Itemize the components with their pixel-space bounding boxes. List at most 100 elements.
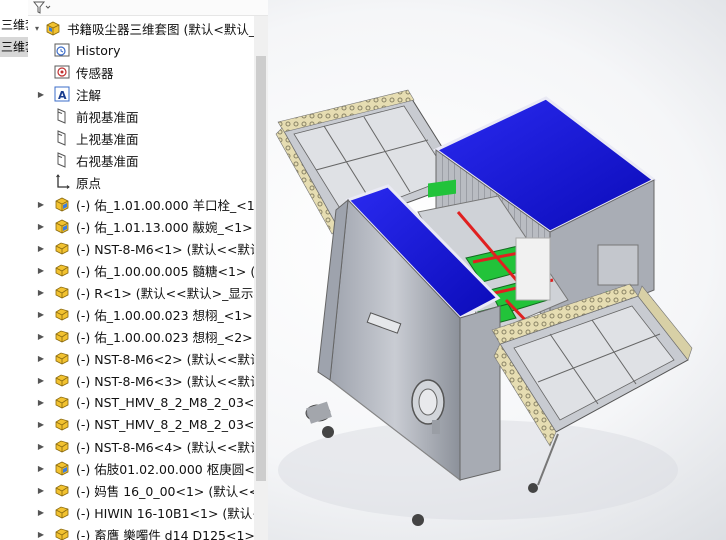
tree-item-label: 上视基准面 [76, 131, 139, 147]
tree-item[interactable]: ▶ (-) NST_HMV_8_2_M8_2_03<1> [36, 391, 262, 413]
tree-item[interactable]: ▶ (-) NST-8-M6<4> (默认<<默认 [36, 435, 262, 457]
tree-item-label: History [76, 42, 121, 58]
expand-arrow-icon[interactable]: ▶ [36, 375, 46, 385]
feature-manager-tree: ▾ 书籍吸尘器三维套图 (默认<默认_显示 History 传感器 ▶ A 注解前视基准… [28, 0, 268, 540]
tree-item-label: (-) 佑_1.00.00.023 想栩_<2> (默 [76, 329, 262, 345]
tree-item-label: (-) 佑_1.00.00.005 髓糖<1> (默 [76, 263, 262, 279]
expand-arrow-icon[interactable]: ▶ [36, 89, 46, 99]
tree-item[interactable]: 传感器 [36, 61, 262, 83]
tree-item-label: (-) 佑肢01.02.00.000 枢庚圆<1> [76, 461, 262, 477]
tree-item[interactable]: ▶ (-) 妈售 16_0_00<1> (默认<<默 [36, 479, 262, 501]
tree-item[interactable]: 原点 [36, 171, 262, 193]
part-icon [53, 327, 71, 345]
tree-item-label: (-) 佑_1.01.00.000 羊口栓_<1> [76, 197, 262, 213]
expand-arrow-icon[interactable]: ▶ [36, 199, 46, 209]
part-icon [53, 305, 71, 323]
expand-arrow-icon[interactable]: ▶ [36, 309, 46, 319]
part-icon [53, 349, 71, 367]
part-icon [53, 239, 71, 257]
tree-item-label: (-) R<1> (默认<<默认>_显示状 [76, 285, 262, 301]
tree-item[interactable]: ▶ (-) 佑_1.01.00.000 羊口栓_<1> [36, 193, 262, 215]
svg-text:A: A [58, 89, 67, 102]
tree-item-label: (-) NST_HMV_8_2_M8_2_03<2> [76, 416, 262, 432]
expand-arrow-icon[interactable]: ▶ [36, 419, 46, 429]
expand-arrow-icon[interactable]: ▶ [36, 529, 46, 539]
part-icon [53, 371, 71, 389]
history-icon [53, 41, 71, 59]
part-icon [53, 393, 71, 411]
tree-item-label: (-) HIWIN 16-10B1<1> (默认< [76, 505, 262, 521]
tree-item[interactable]: ▶ (-) 佑_1.00.00.005 髓糖<1> (默 [36, 259, 262, 281]
tree-item[interactable]: History [36, 39, 262, 61]
tree-item-label: 原点 [76, 175, 102, 191]
part-icon [53, 415, 71, 433]
strip-item-1[interactable]: 三维套 [0, 15, 28, 35]
expand-arrow-icon[interactable]: ▶ [36, 331, 46, 341]
annotation-icon: A [53, 85, 71, 103]
tree-item[interactable]: ▶ (-) NST-8-M6<1> (默认<<默认 [36, 237, 262, 259]
tree-root-label: 书籍吸尘器三维套图 (默认<默认_显示 [67, 21, 258, 37]
tree-item-label: (-) 畜膺 樂噣件 d14 D125<1> [76, 527, 255, 540]
assembly-icon [44, 19, 62, 37]
tree-item-label: (-) 佑_1.01.13.000 黻婉_<1> (默 [76, 219, 262, 235]
expand-arrow-icon[interactable]: ▶ [36, 485, 46, 495]
part-icon [53, 261, 71, 279]
subassembly-icon [53, 217, 71, 235]
expand-arrow-icon[interactable]: ▶ [36, 397, 46, 407]
expand-arrow-icon[interactable]: ▶ [36, 221, 46, 231]
part-icon [53, 437, 71, 455]
filter-icon[interactable] [32, 1, 51, 15]
expand-arrow-icon[interactable]: ▶ [36, 265, 46, 275]
part-icon [53, 503, 71, 521]
strip-item-2[interactable]: 三维套 [0, 37, 28, 57]
tree-item-label: (-) NST-8-M6<2> (默认<<默认 [76, 351, 262, 367]
tree-item-label: (-) NST-8-M6<4> (默认<<默认 [76, 439, 262, 455]
tree-scrollbar[interactable] [254, 16, 268, 540]
tree-item[interactable]: ▶ (-) 佑_1.00.00.023 想栩_<2> (默 [36, 325, 262, 347]
tree-item[interactable]: 前视基准面 [36, 105, 262, 127]
model-render [275, 89, 693, 526]
tree-item[interactable]: ▶ (-) HIWIN 16-10B1<1> (默认< [36, 501, 262, 523]
tree-item-label: (-) NST_HMV_8_2_M8_2_03<1> [76, 394, 262, 410]
tree-item-label: (-) NST-8-M6<1> (默认<<默认 [76, 241, 262, 257]
expand-arrow-icon[interactable]: ▶ [36, 441, 46, 451]
tree-item[interactable]: ▶ (-) 佑_1.00.00.023 想栩_<1> (默 [36, 303, 262, 325]
tree-item[interactable]: ▶ A 注解 [36, 83, 262, 105]
collapse-icon[interactable]: ▾ [32, 23, 42, 33]
expand-arrow-icon[interactable]: ▶ [36, 507, 46, 517]
tree-item[interactable]: ▶ (-) NST-8-M6<3> (默认<<默认 [36, 369, 262, 391]
part-icon [53, 283, 71, 301]
tree-item[interactable]: ▶ (-) 畜膺 樂噣件 d14 D125<1> [36, 523, 262, 540]
tree-item-label: 前视基准面 [76, 109, 139, 125]
scrollbar-thumb[interactable] [256, 56, 266, 481]
part-icon [53, 525, 71, 540]
tree-item-label: (-) 妈售 16_0_00<1> (默认<<默 [76, 483, 262, 499]
expand-arrow-icon[interactable]: ▶ [36, 353, 46, 363]
tree-item-label: 右视基准面 [76, 153, 139, 169]
expand-arrow-icon[interactable]: ▶ [36, 243, 46, 253]
subassembly-icon [53, 459, 71, 477]
left-tab-strip: 三维套 三维套 [0, 0, 28, 540]
expand-arrow-icon[interactable]: ▶ [36, 463, 46, 473]
tree-item[interactable]: ▶ (-) 佑肢01.02.00.000 枢庚圆<1> [36, 457, 262, 479]
tree-item[interactable]: 右视基准面 [36, 149, 262, 171]
tree-filter-bar [28, 0, 268, 16]
sensor-icon [53, 63, 71, 81]
graphics-viewport[interactable] [268, 0, 726, 540]
tree-root[interactable]: ▾ 书籍吸尘器三维套图 (默认<默认_显示 [32, 17, 258, 39]
plane-icon [53, 107, 71, 125]
tree-item-label: 传感器 [76, 65, 114, 81]
tree-item[interactable]: ▶ (-) NST_HMV_8_2_M8_2_03<2> [36, 413, 262, 435]
tree-item[interactable]: ▶ (-) NST-8-M6<2> (默认<<默认 [36, 347, 262, 369]
expand-arrow-icon[interactable]: ▶ [36, 287, 46, 297]
part-icon [53, 481, 71, 499]
tree-item[interactable]: ▶ (-) 佑_1.01.13.000 黻婉_<1> (默 [36, 215, 262, 237]
origin-icon [53, 173, 71, 191]
tree-item[interactable]: 上视基准面 [36, 127, 262, 149]
plane-icon [53, 151, 71, 169]
tree-item[interactable]: ▶ (-) R<1> (默认<<默认>_显示状 [36, 281, 262, 303]
